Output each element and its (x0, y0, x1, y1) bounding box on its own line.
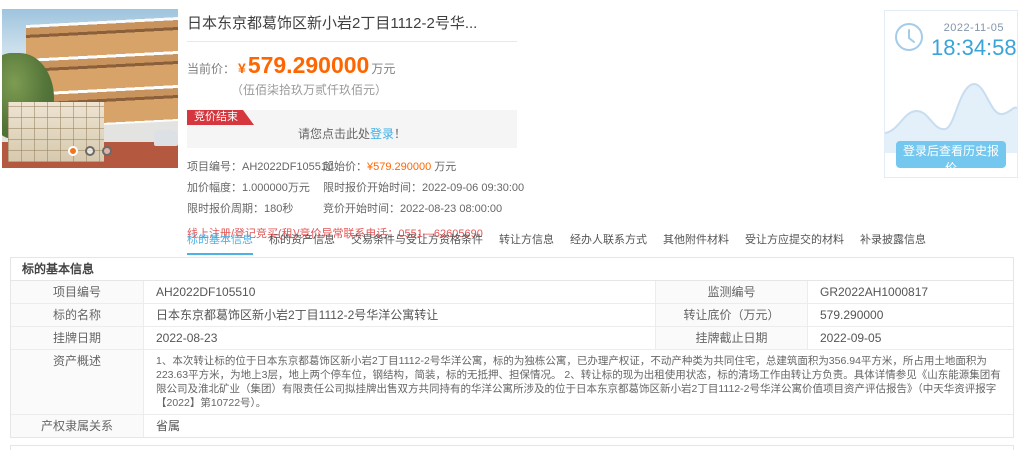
current-price-value: 579.290000 (248, 52, 370, 79)
price-trend-wave (885, 61, 1017, 153)
login-prompt-suffix: ！ (394, 127, 406, 141)
row-value: 2022-09-05 (808, 327, 1013, 349)
row-label: 标的名称 (11, 304, 144, 326)
timed-bid-start-label: 限时报价开始时间： (323, 182, 422, 194)
row-value: GR2022AH1000817 (808, 281, 1013, 303)
table-row: 标的名称 日本东京都葛饰区新小岩2丁目1112-2号华洋公寓转让 转让底价（万元… (11, 304, 1013, 327)
bid-period: 限时报价周期：180秒 (187, 199, 323, 220)
project-number-label: 项目编号： (187, 161, 242, 173)
auction-status-box: 竞价结束 请您点击此处登录！ (187, 110, 517, 148)
tab-asset-info[interactable]: 标的资产信息 (269, 231, 335, 255)
view-history-button[interactable]: 登录后查看历史报价 (896, 141, 1006, 168)
tab-supplement-disclosure[interactable]: 补录披露信息 (860, 231, 926, 255)
row-label: 项目编号 (11, 281, 144, 303)
detail-row: 加价幅度：1.000000万元 限时报价开始时间：2022-09-06 09:3… (187, 178, 517, 199)
row-label: 产权隶属关系 (11, 415, 144, 437)
server-date: 2022-11-05 (931, 22, 1017, 34)
start-price: 起始价：¥579.290000 万元 (323, 157, 456, 178)
asset-overview-text: 1、本次转让标的位于日本东京都葛饰区新小岩2丁目1112-2号华洋公寓，标的为独… (144, 350, 1013, 414)
property-photo[interactable] (2, 9, 178, 168)
start-price-value: ¥579.290000 (367, 161, 431, 173)
row-value: AH2022DF105510 (144, 281, 656, 303)
server-time: 18:34:58 (931, 35, 1017, 61)
tab-trade-conditions[interactable]: 交易条件与受让方资格条件 (351, 231, 483, 255)
listing-summary: 日本东京都葛饰区新小岩2丁目1112-2号华... 当前价： ¥ 579.290… (187, 12, 517, 241)
clock-card: 2022-11-05 18:34:58 登录后查看历史报价 (884, 10, 1018, 178)
bid-increment-value: 1.000000万元 (242, 182, 310, 194)
row-label: 监测编号 (656, 281, 808, 303)
car-illustration (154, 130, 178, 146)
auction-details: 项目编号：AH2022DF105510 起始价：¥579.290000 万元 加… (187, 157, 517, 220)
asset-info-section-title: 标的资产信息 (11, 446, 1013, 450)
info-tables: 标的基本信息 项目编号 AH2022DF105510 监测编号 GR2022AH… (10, 257, 1014, 450)
table-row: 挂牌日期 2022-08-23 挂牌截止日期 2022-09-05 (11, 327, 1013, 350)
login-prompt-prefix: 请您点击此处 (298, 127, 370, 141)
tab-transferor-info[interactable]: 转让方信息 (499, 231, 554, 255)
detail-row: 项目编号：AH2022DF105510 起始价：¥579.290000 万元 (187, 157, 517, 178)
current-price-row: 当前价： ¥ 579.290000 万元 (187, 52, 517, 79)
auction-start-label: 竞价开始时间： (323, 203, 400, 215)
auction-start-value: 2022-08-23 08:00:00 (400, 203, 502, 215)
table-row: 项目编号 AH2022DF105510 监测编号 GR2022AH1000817 (11, 281, 1013, 304)
basic-info-section-title: 标的基本信息 (11, 258, 1013, 281)
bid-increment-label: 加价幅度： (187, 182, 242, 194)
row-value: 省属 (144, 415, 1013, 437)
login-prompt: 请您点击此处登录！ (187, 125, 517, 142)
project-number: 项目编号：AH2022DF105510 (187, 157, 323, 178)
detail-row: 限时报价周期：180秒 竞价开始时间：2022-08-23 08:00:00 (187, 199, 517, 220)
bid-period-label: 限时报价周期： (187, 203, 264, 215)
clock-icon (894, 22, 924, 57)
bid-increment: 加价幅度：1.000000万元 (187, 178, 323, 199)
bid-period-value: 180秒 (264, 203, 293, 215)
row-label: 挂牌截止日期 (656, 327, 808, 349)
tab-transferee-materials[interactable]: 受让方应提交的材料 (745, 231, 844, 255)
row-label: 挂牌日期 (11, 327, 144, 349)
timed-bid-start: 限时报价开始时间：2022-09-06 09:30:00 (323, 178, 524, 199)
row-label: 转让底价（万元） (656, 304, 808, 326)
carousel-dot[interactable] (102, 146, 112, 156)
row-label: 资产概述 (11, 350, 144, 414)
asset-info-table: 标的资产信息 (10, 445, 1014, 450)
clock-header: 2022-11-05 18:34:58 (885, 11, 1017, 61)
table-row-ownership: 产权隶属关系 省属 (11, 415, 1013, 437)
table-row-asset-overview: 资产概述 1、本次转让标的位于日本东京都葛饰区新小岩2丁目1112-2号华洋公寓… (11, 350, 1013, 415)
currency-symbol: ¥ (238, 60, 246, 76)
auction-listing-page: 日本东京都葛饰区新小岩2丁目1112-2号华... 当前价： ¥ 579.290… (0, 0, 1024, 450)
basic-info-table: 标的基本信息 项目编号 AH2022DF105510 监测编号 GR2022AH… (10, 257, 1014, 438)
auction-ended-badge: 竞价结束 (187, 110, 254, 125)
listing-title: 日本东京都葛饰区新小岩2丁目1112-2号华... (187, 12, 517, 42)
timed-bid-start-value: 2022-09-06 09:30:00 (422, 182, 524, 194)
auction-start: 竞价开始时间：2022-08-23 08:00:00 (323, 199, 502, 220)
carousel-dot-active[interactable] (68, 146, 78, 156)
start-price-unit: 万元 (431, 161, 456, 173)
datetime: 2022-11-05 18:34:58 (931, 22, 1017, 61)
project-number-value: AH2022DF105510 (242, 161, 333, 173)
detail-tabs: 标的基本信息 标的资产信息 交易条件与受让方资格条件 转让方信息 经办人联系方式… (187, 231, 942, 255)
row-value: 579.290000 (808, 304, 1013, 326)
current-price-label: 当前价： (187, 60, 235, 77)
tab-basic-info[interactable]: 标的基本信息 (187, 231, 253, 255)
row-value: 2022-08-23 (144, 327, 656, 349)
tab-contact-info[interactable]: 经办人联系方式 (570, 231, 647, 255)
start-price-label: 起始价： (323, 161, 367, 173)
carousel-dot[interactable] (85, 146, 95, 156)
carousel-dots (68, 146, 112, 156)
price-in-words: （伍佰柒拾玖万贰仟玖佰元） (231, 81, 517, 98)
row-value: 日本东京都葛饰区新小岩2丁目1112-2号华洋公寓转让 (144, 304, 656, 326)
tab-other-attachments[interactable]: 其他附件材料 (663, 231, 729, 255)
price-unit: 万元 (371, 60, 395, 77)
login-link[interactable]: 登录 (370, 127, 394, 141)
